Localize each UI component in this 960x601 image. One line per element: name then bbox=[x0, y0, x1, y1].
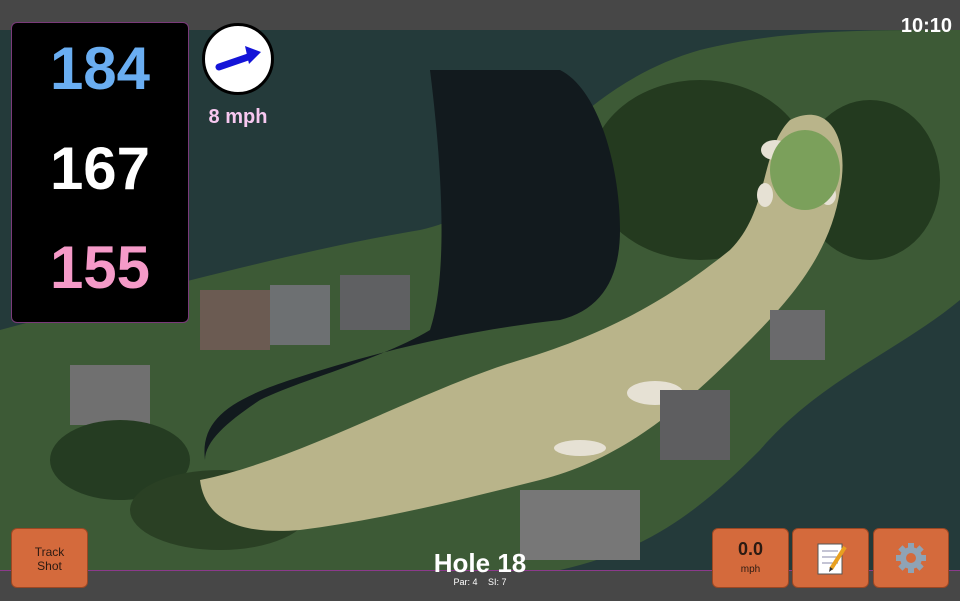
yardage-panel[interactable]: 184 167 155 bbox=[11, 22, 189, 323]
gear-icon bbox=[896, 543, 926, 573]
notes-button[interactable] bbox=[792, 528, 869, 588]
track-shot-label-line2: Shot bbox=[37, 559, 62, 573]
wind-speed-label: 8 mph bbox=[208, 106, 268, 128]
track-shot-button[interactable]: Track Shot bbox=[11, 528, 88, 588]
speed-button[interactable]: 0.0 mph bbox=[712, 528, 789, 588]
hole-par: Par: 4 bbox=[453, 577, 478, 587]
track-shot-label-line1: Track bbox=[34, 545, 65, 559]
middle-yardage: 167 bbox=[49, 134, 151, 202]
hole-info: Par: 4 SI: 7 bbox=[380, 577, 580, 587]
clock: 10:10 bbox=[900, 15, 952, 37]
settings-button[interactable] bbox=[873, 528, 949, 588]
front-yardage: 155 bbox=[49, 234, 151, 301]
wind-direction-indicator[interactable] bbox=[202, 23, 274, 95]
hole-title: Hole 18 bbox=[433, 548, 527, 578]
wind-arrow-icon bbox=[215, 46, 261, 71]
speed-unit: mph bbox=[740, 564, 761, 575]
hole-stroke-index: SI: 7 bbox=[488, 577, 507, 587]
speed-value: 0.0 bbox=[737, 539, 764, 559]
back-yardage: 184 bbox=[49, 35, 151, 102]
notepad-icon bbox=[817, 543, 847, 575]
